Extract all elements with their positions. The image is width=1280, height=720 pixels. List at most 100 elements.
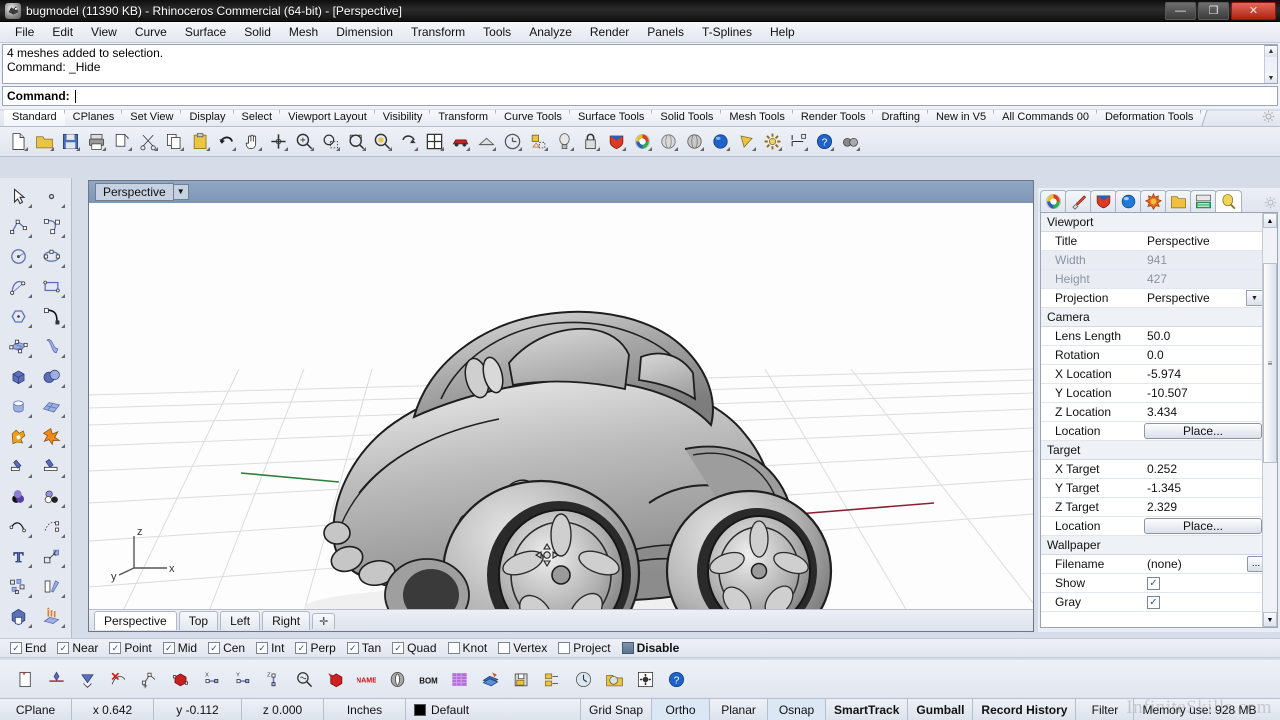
export-block-icon[interactable] <box>539 666 565 692</box>
property-value[interactable]: 941 <box>1141 250 1265 270</box>
open-recent-icon[interactable] <box>601 666 627 692</box>
lock-icon[interactable] <box>579 130 602 153</box>
layers-shield-icon[interactable] <box>605 130 628 153</box>
split-icon[interactable] <box>36 452 67 480</box>
display-shield-tab[interactable] <box>1090 190 1117 212</box>
property-value[interactable]: -10.507 <box>1141 383 1265 403</box>
osnap-near[interactable]: ✓ Near <box>57 641 98 655</box>
zoom-selected-icon[interactable] <box>371 130 394 153</box>
toolbar-tab-standard[interactable]: Standard <box>4 110 65 126</box>
status-toggle-record-history[interactable]: Record History <box>973 699 1077 720</box>
copy-icon[interactable] <box>163 130 186 153</box>
options-gear-icon[interactable] <box>761 130 784 153</box>
glasses-icon[interactable] <box>839 130 862 153</box>
help-icon[interactable]: ? <box>813 130 836 153</box>
texture-icon[interactable] <box>446 666 472 692</box>
menu-item-file[interactable]: File <box>6 23 43 41</box>
move-y-icon[interactable]: Y <box>229 666 255 692</box>
trim-icon[interactable] <box>3 452 34 480</box>
point-icon[interactable] <box>36 182 67 210</box>
menu-item-t-splines[interactable]: T-Splines <box>693 23 761 41</box>
toolbar-tab-visibility[interactable]: Visibility <box>374 110 431 126</box>
transform-scale-icon[interactable] <box>36 542 67 570</box>
extract-solid-icon[interactable] <box>322 666 348 692</box>
move-z-icon[interactable]: Z <box>260 666 286 692</box>
zoom-dynamic-icon[interactable] <box>267 130 290 153</box>
osnap-checkbox[interactable]: ✓ <box>162 642 175 654</box>
status-toggle-filter[interactable]: Filter <box>1076 699 1135 720</box>
zoom-analyze-icon[interactable] <box>291 666 317 692</box>
add-viewport-tab-icon[interactable]: ✛ <box>312 612 336 629</box>
osnap-vertex[interactable]: Vertex <box>498 641 547 655</box>
blend-surface-icon[interactable] <box>74 666 100 692</box>
toolbar-options-gear-icon[interactable] <box>1262 110 1275 126</box>
osnap-checkbox[interactable] <box>447 642 460 654</box>
property-value[interactable]: 427 <box>1141 269 1265 289</box>
undo-icon[interactable] <box>215 130 238 153</box>
extrude-icon[interactable] <box>36 602 67 630</box>
panel-options-gear-icon[interactable] <box>1264 196 1277 212</box>
curve-from-points-icon[interactable] <box>43 666 69 692</box>
color-wheel-icon[interactable] <box>631 130 654 153</box>
panel-scroll-thumb[interactable]: ≡ <box>1263 263 1277 463</box>
mesh-plane-icon[interactable] <box>36 392 67 420</box>
toolbar-tab-curve-tools[interactable]: Curve Tools <box>496 110 570 126</box>
status-toggle-planar[interactable]: Planar <box>710 699 769 720</box>
property-value[interactable]: 0.252 <box>1141 459 1265 479</box>
property-checkbox[interactable]: ✓ <box>1147 577 1160 591</box>
print-icon[interactable] <box>85 130 108 153</box>
solid-edit-icon[interactable] <box>3 602 34 630</box>
rectangle-icon[interactable] <box>36 272 67 300</box>
object-properties-icon[interactable] <box>36 482 67 510</box>
sphere-gray-icon[interactable] <box>657 130 680 153</box>
viewport-tab-left[interactable]: Left <box>220 611 261 630</box>
osnap-knot[interactable]: Knot <box>447 641 487 655</box>
place-button[interactable]: Place... <box>1144 423 1262 439</box>
status-toggle-grid-snap[interactable]: Grid Snap <box>581 699 653 720</box>
light-bulb-icon[interactable] <box>553 130 576 153</box>
layers-color-icon[interactable] <box>3 482 34 510</box>
cone-yellow-icon[interactable] <box>735 130 758 153</box>
menu-item-analyze[interactable]: Analyze <box>520 23 581 41</box>
four-viewport-icon[interactable] <box>423 130 446 153</box>
menu-item-surface[interactable]: Surface <box>176 23 235 41</box>
osnap-checkbox[interactable]: ✓ <box>295 642 308 654</box>
paint-layers-icon[interactable] <box>477 666 503 692</box>
sphere-gray2-icon[interactable] <box>683 130 706 153</box>
chevron-down-icon[interactable]: ▼ <box>173 184 189 200</box>
cylinder-analysis-icon[interactable] <box>384 666 410 692</box>
osnap-disable[interactable]: Disable <box>621 641 679 655</box>
name-tool-icon[interactable]: NAME <box>353 666 379 692</box>
toolbar-tab-select[interactable]: Select <box>233 110 281 126</box>
osnap-disable-box[interactable] <box>621 642 634 654</box>
menu-item-help[interactable]: Help <box>761 23 804 41</box>
status-toggle-gumball[interactable]: Gumball <box>908 699 974 720</box>
menu-item-render[interactable]: Render <box>581 23 638 41</box>
osnap-quad[interactable]: ✓ Quad <box>392 641 437 655</box>
toolbar-tab-surface-tools[interactable]: Surface Tools <box>569 110 653 126</box>
timer-icon[interactable] <box>570 666 596 692</box>
toolbar-tab-render-tools[interactable]: Render Tools <box>792 110 874 126</box>
bom-icon[interactable]: BOM <box>415 666 441 692</box>
paste-icon[interactable] <box>189 130 212 153</box>
toolbar-tab-all-commands-00[interactable]: All Commands 00 <box>994 110 1097 126</box>
toolbar-tab-cplanes[interactable]: CPlanes <box>64 110 123 126</box>
new-file-icon[interactable] <box>7 130 30 153</box>
property-checkbox[interactable]: ✓ <box>1147 596 1160 610</box>
rotate-view-icon[interactable] <box>397 130 420 153</box>
current-layer[interactable]: Default <box>406 699 581 720</box>
osnap-checkbox[interactable]: ✓ <box>256 642 269 654</box>
menu-item-dimension[interactable]: Dimension <box>327 23 402 41</box>
menu-item-solid[interactable]: Solid <box>235 23 280 41</box>
shaded-view-icon[interactable] <box>475 130 498 153</box>
cut-copy-paste-icon[interactable] <box>111 130 134 153</box>
curve-fillet-icon[interactable] <box>36 302 67 330</box>
menu-item-panels[interactable]: Panels <box>638 23 693 41</box>
move-x-icon[interactable]: X <box>198 666 224 692</box>
command-history[interactable]: 4 meshes added to selection. Command: _H… <box>2 44 1278 84</box>
delete-curve-icon[interactable] <box>105 666 131 692</box>
units-indicator[interactable]: Inches <box>324 699 406 720</box>
zoom-window-icon[interactable] <box>319 130 342 153</box>
chevron-down-icon[interactable]: ▼ <box>1246 290 1263 306</box>
status-toggle-ortho[interactable]: Ortho <box>652 699 711 720</box>
